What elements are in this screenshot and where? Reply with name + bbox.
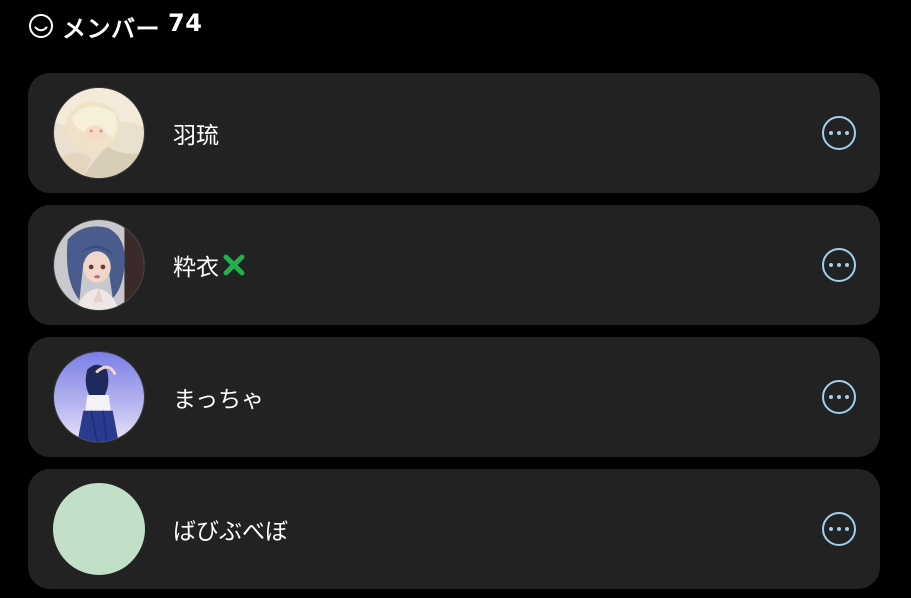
member-name-text: ばびぶべぼ xyxy=(173,519,288,545)
member-card[interactable]: 粋衣 xyxy=(28,205,880,325)
more-options-button[interactable] xyxy=(822,248,856,282)
avatar-illustration-blonde xyxy=(54,88,144,178)
more-options-button[interactable] xyxy=(822,380,856,414)
avatar-plain-mint xyxy=(54,484,144,574)
member-list: 羽琉 粋衣 まっちゃ ばびぶべぼ xyxy=(28,73,880,589)
member-name[interactable]: ばびぶべぼ xyxy=(173,469,288,589)
member-card[interactable]: まっちゃ xyxy=(28,337,880,457)
member-name-text: 粋衣 xyxy=(173,255,219,281)
member-count-title: メンバー 74 xyxy=(62,9,202,44)
more-options-button[interactable] xyxy=(822,116,856,150)
more-options-button[interactable] xyxy=(822,512,856,546)
member-count: 74 xyxy=(168,8,203,37)
member-name[interactable]: まっちゃ xyxy=(173,337,264,457)
member-name[interactable]: 粋衣 xyxy=(173,205,247,325)
header-label: メンバー xyxy=(62,14,160,43)
more-options-icon xyxy=(829,527,849,531)
avatar-illustration-girl-window xyxy=(54,352,144,442)
more-options-icon xyxy=(829,263,849,267)
avatar-illustration-blue-hair xyxy=(54,220,144,310)
member-name-text: 羽琉 xyxy=(173,123,219,149)
member-list-header: メンバー 74 xyxy=(28,8,202,44)
avatar[interactable] xyxy=(53,351,145,443)
member-card[interactable]: 羽琉 xyxy=(28,73,880,193)
smiley-icon xyxy=(28,13,54,39)
more-options-icon xyxy=(829,131,849,135)
avatar[interactable] xyxy=(53,219,145,311)
avatar[interactable] xyxy=(53,483,145,575)
avatar[interactable] xyxy=(53,87,145,179)
member-card[interactable]: ばびぶべぼ xyxy=(28,469,880,589)
member-name[interactable]: 羽琉 xyxy=(173,73,219,193)
green-cross-icon xyxy=(221,252,247,278)
more-options-icon xyxy=(829,395,849,399)
member-name-text: まっちゃ xyxy=(173,387,265,413)
